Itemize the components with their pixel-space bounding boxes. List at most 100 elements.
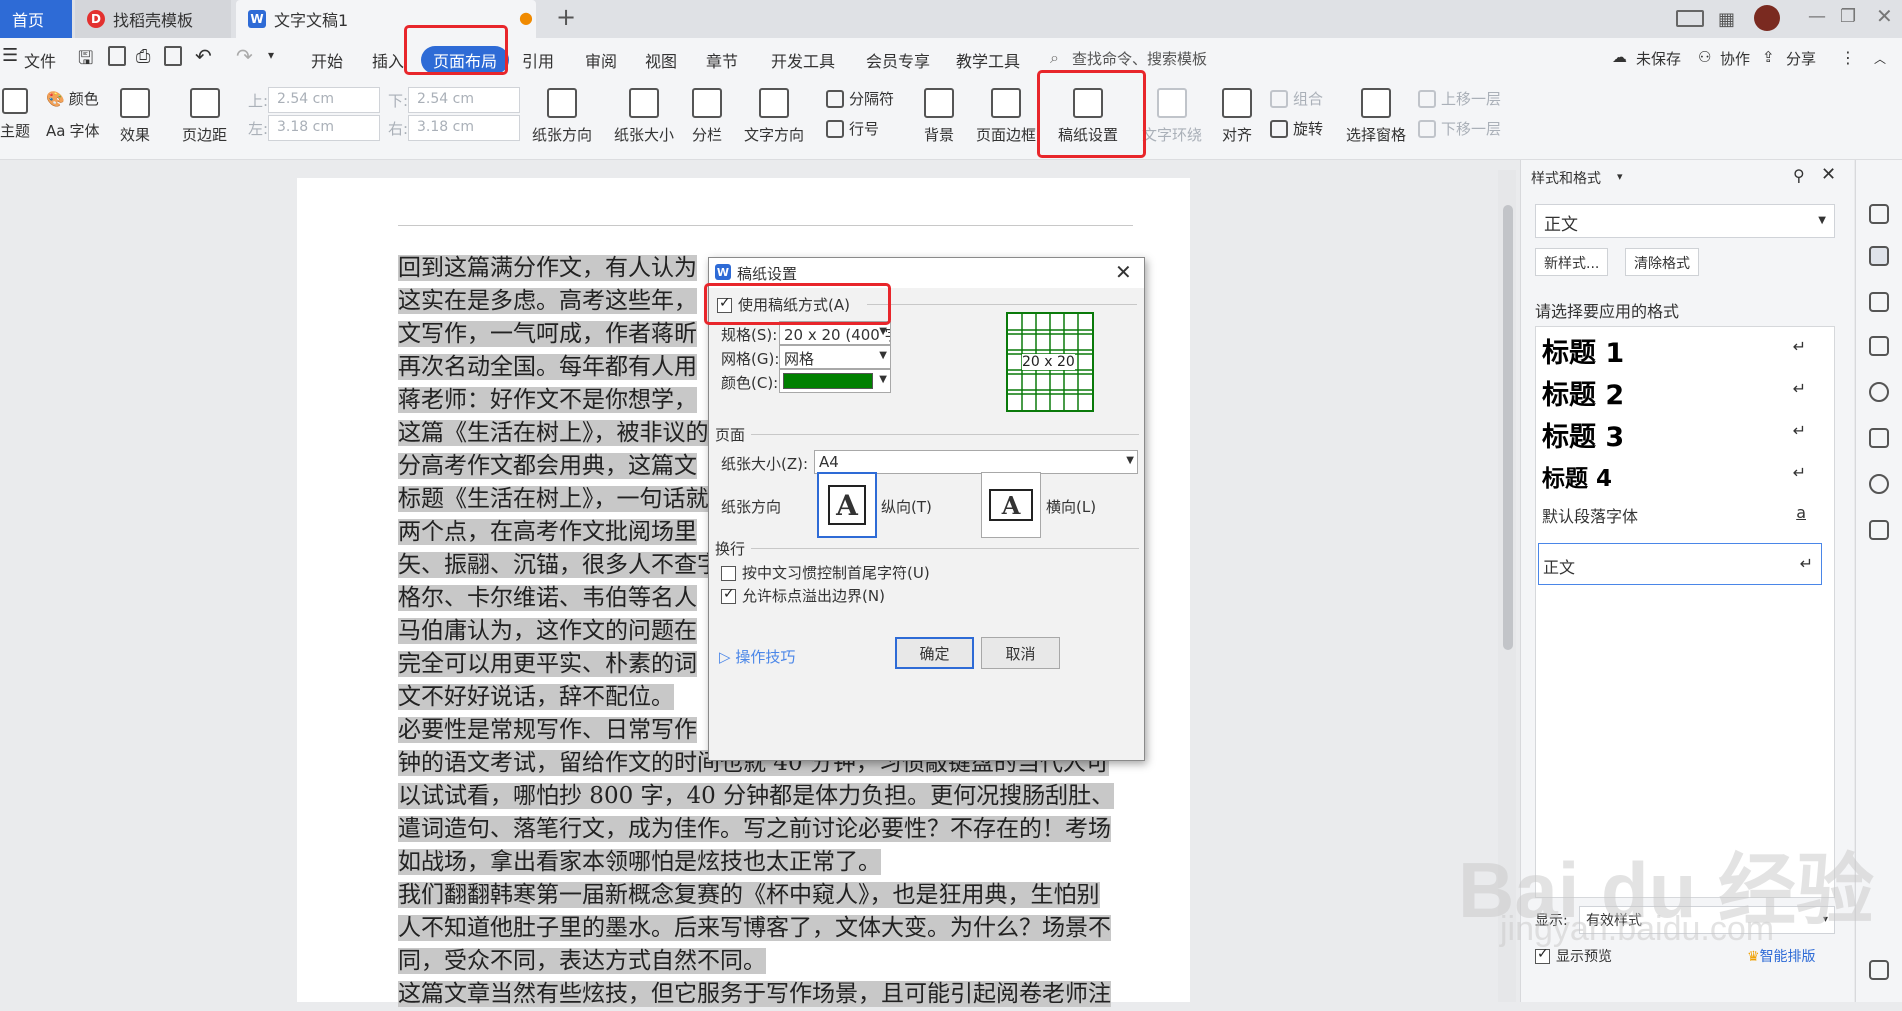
paper-size-select[interactable]: A4 ▼ <box>814 450 1138 474</box>
text-direction-button[interactable]: 文字方向 <box>744 88 804 145</box>
unsaved-status[interactable]: 未保存 <box>1636 48 1681 69</box>
quick-access-dropdown-icon[interactable]: ▾ <box>268 48 274 62</box>
theme-button[interactable]: 主题 <box>0 88 30 141</box>
page-border-button[interactable]: 页面边框 <box>976 88 1036 145</box>
font-button[interactable]: Aa 字体 <box>46 120 99 141</box>
save-icon[interactable]: 🖫 <box>78 46 93 76</box>
menu-member[interactable]: 会员专享 <box>866 48 930 72</box>
menu-chapter[interactable]: 章节 <box>706 48 738 72</box>
current-style-select[interactable]: 正文 ▼ <box>1535 204 1835 238</box>
cursor-icon[interactable] <box>1869 292 1889 312</box>
menu-developer[interactable]: 开发工具 <box>771 48 835 72</box>
preview-checkbox[interactable]: 显示预览 <box>1535 946 1612 966</box>
search-icon: ⌕ <box>1050 48 1059 67</box>
style-heading-1[interactable]: 标题 1 ↵ <box>1536 327 1834 369</box>
export-pdf-icon[interactable] <box>108 46 126 66</box>
cancel-button[interactable]: 取消 <box>981 637 1060 669</box>
option-punct-overflow[interactable]: 允许标点溢出边界(N) <box>721 585 885 606</box>
color-select[interactable]: ▼ <box>779 369 891 393</box>
style-heading-3[interactable]: 标题 3 ↵ <box>1536 411 1834 453</box>
margin-left-field[interactable]: 3.18 cm <box>268 115 380 141</box>
panel-toggle-icon[interactable] <box>1869 960 1889 980</box>
collapse-ribbon-icon[interactable]: ︿ <box>1874 50 1886 67</box>
portrait-label[interactable]: 纵向(T) <box>881 496 932 517</box>
help-icon[interactable] <box>1869 382 1889 402</box>
send-backward-button[interactable]: 下移一层 <box>1418 118 1501 139</box>
minimize-icon[interactable]: — <box>1808 6 1826 27</box>
line-number-button[interactable]: 行号 <box>826 118 879 139</box>
panel-title-dropdown-icon[interactable]: ▾ <box>1617 170 1623 183</box>
align-button[interactable]: 对齐 <box>1222 88 1252 145</box>
breaks-button[interactable]: 分隔符 <box>826 88 894 109</box>
image-icon[interactable] <box>1869 428 1889 448</box>
smart-layout-button[interactable]: ♛智能排版 <box>1747 946 1816 966</box>
close-window-icon[interactable]: ✕ <box>1876 4 1893 28</box>
clear-format-button[interactable]: 清除格式 <box>1625 248 1699 276</box>
text-line-content: 再次名动全国。每年都有人用 <box>398 354 697 380</box>
group-icon <box>1270 89 1288 108</box>
new-style-button[interactable]: 新样式... <box>1535 248 1609 276</box>
book-icon[interactable] <box>1869 520 1889 540</box>
restore-icon[interactable]: ❐ <box>1840 6 1856 27</box>
bring-forward-button[interactable]: 上移一层 <box>1418 88 1501 109</box>
redo-icon[interactable]: ↷ <box>236 44 253 68</box>
menu-view[interactable]: 视图 <box>645 48 677 72</box>
line-number-icon <box>826 119 844 138</box>
send-backward-label: 下移一层 <box>1441 120 1502 138</box>
background-button[interactable]: 背景 <box>924 88 954 145</box>
rotate-button[interactable]: 旋转 <box>1270 118 1323 139</box>
style-heading-4[interactable]: 标题 4 ↵ <box>1536 453 1834 493</box>
new-tab-button[interactable]: + <box>556 3 576 31</box>
more-icon[interactable]: ⋮ <box>1840 48 1856 67</box>
pin-icon[interactable]: ⚲ <box>1793 166 1805 185</box>
landscape-label[interactable]: 横向(L) <box>1046 496 1096 517</box>
menu-insert[interactable]: 插入 <box>372 48 404 72</box>
apps-grid-icon[interactable]: ▦ <box>1718 9 1735 30</box>
menu-start[interactable]: 开始 <box>311 48 343 72</box>
print-preview-icon[interactable] <box>164 46 182 66</box>
grid-select[interactable]: 网格 ▼ <box>779 345 891 369</box>
hamburger-icon[interactable]: ☰ <box>2 45 18 66</box>
tab-home[interactable]: 首页 <box>0 0 72 38</box>
columns-button[interactable]: 分栏 <box>692 88 722 145</box>
style-body[interactable]: 正文 ↵ <box>1538 543 1822 585</box>
layout-icon[interactable] <box>1676 10 1704 27</box>
avatar[interactable] <box>1754 5 1780 31</box>
navigation-icon[interactable] <box>1869 474 1889 494</box>
menu-reference[interactable]: 引用 <box>522 48 554 72</box>
dialog-close-icon[interactable]: ✕ <box>1115 260 1132 284</box>
portrait-option[interactable]: A <box>817 472 877 538</box>
selection-pane-button[interactable]: 选择窗格 <box>1346 88 1406 145</box>
style-default-font[interactable]: 默认段落字体 a <box>1536 497 1834 533</box>
margin-top-field[interactable]: 2.54 cm <box>268 87 380 113</box>
margin-right-field[interactable]: 3.18 cm <box>408 115 520 141</box>
effect-button[interactable]: 效果 <box>120 88 150 145</box>
style-heading-2[interactable]: 标题 2 ↵ <box>1536 369 1834 411</box>
tips-link[interactable]: ▷ 操作技巧 <box>719 646 795 667</box>
rocket-icon[interactable] <box>1869 204 1889 224</box>
wrap-text-button[interactable]: 文字环绕 <box>1142 88 1202 145</box>
margin-bottom-field[interactable]: 2.54 cm <box>408 87 520 113</box>
tab-template[interactable]: D 找稻壳模板 <box>75 0 231 38</box>
option-chinese-rules[interactable]: 按中文习惯控制首尾字符(U) <box>721 562 930 583</box>
panel-close-icon[interactable]: ✕ <box>1821 164 1836 185</box>
orientation-button[interactable]: 纸张方向 <box>532 88 592 145</box>
print-icon[interactable]: ⎙ <box>136 46 150 67</box>
margin-right-label: 右: <box>388 120 409 138</box>
paper-size-button[interactable]: 纸张大小 <box>614 88 674 145</box>
menu-review[interactable]: 审阅 <box>585 48 617 72</box>
style-pen-icon[interactable] <box>1869 246 1889 266</box>
menu-file[interactable]: 文件 <box>24 48 56 72</box>
share-button[interactable]: 分享 <box>1786 48 1816 69</box>
color-button[interactable]: 🎨 颜色 <box>46 88 99 109</box>
scrollbar-thumb[interactable] <box>1503 205 1513 650</box>
command-search-input[interactable]: 查找命令、搜索模板 <box>1072 48 1207 69</box>
settings-sliders-icon[interactable] <box>1869 336 1889 356</box>
ok-button[interactable]: 确定 <box>895 637 974 669</box>
collaborate-button[interactable]: 协作 <box>1720 48 1750 69</box>
undo-icon[interactable]: ↶ <box>195 44 212 68</box>
group-button[interactable]: 组合 <box>1270 88 1323 109</box>
margins-button[interactable]: 页边距 <box>182 88 227 145</box>
menu-teaching[interactable]: 教学工具 <box>956 48 1020 72</box>
landscape-option[interactable]: A <box>981 472 1041 538</box>
